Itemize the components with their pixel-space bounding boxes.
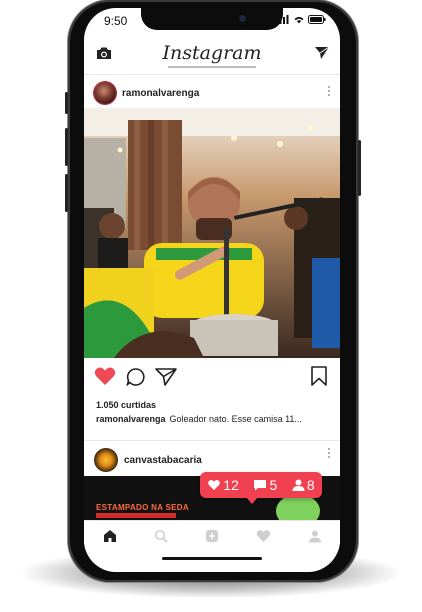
post-photo-scene <box>84 108 340 358</box>
search-icon[interactable] <box>154 529 168 543</box>
signal-icon <box>276 15 289 24</box>
post-actions <box>84 366 340 390</box>
instagram-logo: Instagram <box>162 42 262 64</box>
more-options-icon[interactable] <box>328 448 332 458</box>
post2-red-bar <box>96 513 176 518</box>
wifi-icon <box>294 17 304 24</box>
avatar[interactable] <box>94 82 116 104</box>
send-icon[interactable] <box>314 46 330 60</box>
battery-icon <box>308 15 326 24</box>
front-camera <box>239 15 246 22</box>
notif-followers: 8 <box>292 477 315 493</box>
home-indicator <box>162 557 262 560</box>
comment-bubble-icon <box>254 480 267 491</box>
notif-comments-count: 5 <box>269 477 278 493</box>
more-options-icon[interactable] <box>328 86 332 96</box>
notif-comments: 5 <box>253 477 277 493</box>
notification-pointer <box>246 497 258 504</box>
activity-notification-bubble[interactable]: 12 5 8 <box>200 472 322 498</box>
heart-icon <box>208 480 221 491</box>
post-caption: ramonalvarenga Goleador nato. Esse camisa… <box>96 414 302 424</box>
heart-icon[interactable] <box>256 529 271 543</box>
share-icon[interactable] <box>155 367 177 386</box>
person-icon <box>292 479 305 491</box>
like-heart-icon[interactable] <box>94 366 116 386</box>
instagram-header: Instagram <box>84 34 340 75</box>
logo-underline <box>168 66 256 68</box>
post-image[interactable] <box>84 108 340 358</box>
post2-image-text: ESTAMPADO NA SEDA <box>96 503 189 512</box>
add-icon[interactable] <box>205 529 219 543</box>
status-time: 9:50 <box>104 14 128 28</box>
post2-header: canvastabacaria <box>84 444 340 474</box>
notif-followers-count: 8 <box>306 477 315 493</box>
post-divider <box>84 440 340 441</box>
home-icon[interactable] <box>103 529 117 543</box>
likes-count[interactable]: 1.050 curtidas <box>96 400 156 410</box>
phone-notch <box>141 8 283 30</box>
caption-username[interactable]: ramonalvarenga <box>96 414 166 424</box>
bookmark-icon[interactable] <box>310 366 328 386</box>
comment-icon[interactable] <box>126 367 146 386</box>
avatar[interactable] <box>94 448 118 472</box>
notif-likes-count: 12 <box>223 477 239 493</box>
bottom-tab-bar <box>84 520 340 551</box>
notif-likes: 12 <box>207 477 239 493</box>
status-icons <box>276 15 326 24</box>
caption-text: Goleador nato. Esse camisa 11... <box>169 414 302 424</box>
profile-icon[interactable] <box>308 529 322 543</box>
post2-username[interactable]: canvastabacaria <box>124 455 202 466</box>
post-username[interactable]: ramonalvarenga <box>122 88 199 99</box>
